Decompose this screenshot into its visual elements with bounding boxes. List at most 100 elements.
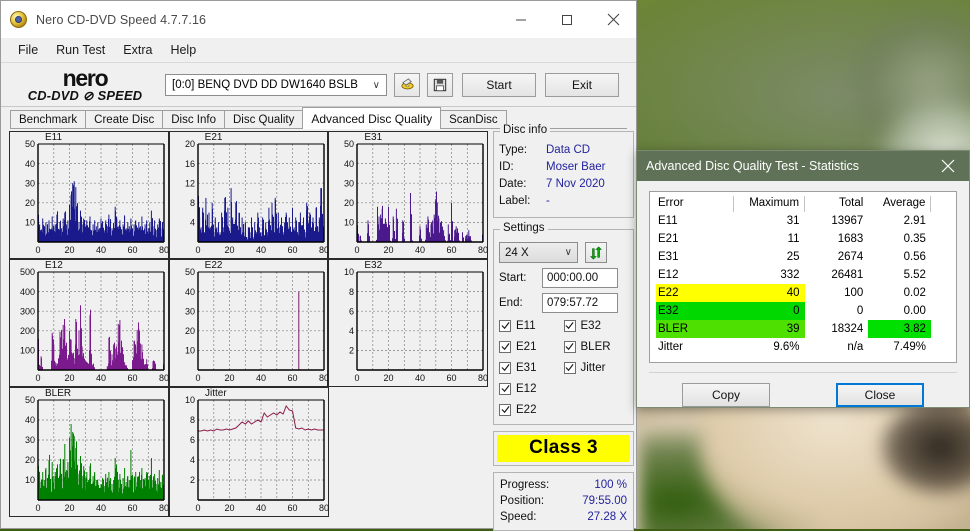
svg-text:200: 200	[20, 326, 35, 336]
chart-plot-area: 100 200 300 400 500 0 20 40 60 80	[10, 260, 170, 393]
maximum-cell: 39	[733, 320, 805, 338]
svg-text:80: 80	[319, 373, 329, 383]
maximum-cell: 25	[786, 251, 800, 263]
svg-text:30: 30	[25, 178, 35, 188]
tab-benchmark[interactable]: Benchmark	[10, 110, 87, 129]
speed-label: Speed:	[500, 511, 537, 523]
class-result-box: Class 3	[493, 431, 634, 466]
save-results-button[interactable]	[427, 72, 453, 97]
svg-text:0: 0	[35, 503, 40, 513]
svg-text:20: 20	[224, 503, 234, 513]
checkbox-e22[interactable]: E22	[499, 399, 564, 420]
charts-row-3: BLER 10 20 30 40 50 0 20 40 60 80 Jitter 2 4 6 8 10 0 2…	[9, 387, 488, 517]
svg-text:40: 40	[25, 415, 35, 425]
start-input[interactable]: 000:00.00	[542, 268, 618, 288]
svg-text:10: 10	[25, 475, 35, 485]
checkmark-icon	[499, 403, 511, 416]
close-icon[interactable]	[590, 1, 636, 38]
svg-text:10: 10	[344, 218, 354, 228]
svg-text:20: 20	[224, 373, 234, 383]
close-button[interactable]: Close	[836, 383, 924, 407]
svg-text:500: 500	[20, 267, 35, 277]
charts-row-2: E12 100 200 300 400 500 0 20 40 60 80 E22 10 20 30 4…	[9, 259, 488, 387]
checkbox-jitter[interactable]: Jitter	[563, 357, 629, 378]
exit-button[interactable]: Exit	[545, 72, 619, 97]
checkbox-e11[interactable]: E11	[499, 315, 564, 336]
tab-disc-quality[interactable]: Disc Quality	[224, 110, 304, 129]
checkbox-e12[interactable]: E12	[499, 378, 564, 399]
disc-info-value: 7 Nov 2020	[546, 178, 605, 190]
table-row[interactable]: BLER 39 18324 3.82	[656, 320, 950, 338]
svg-text:4: 4	[190, 455, 195, 465]
checkmark-icon	[499, 319, 511, 332]
svg-text:80: 80	[159, 503, 169, 513]
chevron-down-icon: ∨	[564, 247, 572, 258]
checkbox-label: E31	[516, 361, 537, 374]
checkmark-icon	[563, 340, 576, 353]
column-header-error: Error	[656, 196, 735, 212]
end-input[interactable]: 079:57.72	[542, 293, 618, 313]
table-row[interactable]: E22 40 100 0.02	[656, 284, 950, 302]
disc-info-key: Type:	[499, 144, 528, 156]
refresh-button[interactable]	[585, 242, 607, 263]
refresh-arrows-icon	[590, 245, 602, 260]
statistics-table-container: Error Maximum Total Average E11 31 13967 2.…	[649, 191, 957, 363]
tab-scandisc[interactable]: ScanDisc	[440, 110, 507, 129]
nero-logo-wordmark: nero	[62, 64, 109, 91]
end-time-row: End: 079:57.72	[499, 293, 628, 313]
checkbox-e32[interactable]: E32	[563, 315, 629, 336]
total-cell: 2674	[837, 251, 864, 263]
table-row[interactable]: E32 0 0 0.00	[656, 302, 950, 320]
average-cell: 2.91	[903, 215, 926, 227]
error-cell: E31	[658, 251, 679, 263]
nero-logo: nero CD-DVD ⊘ SPEED	[11, 64, 159, 103]
table-row[interactable]: E11 31 13967 2.91	[656, 212, 950, 230]
svg-text:2: 2	[190, 475, 195, 485]
eject-disc-button[interactable]	[394, 72, 420, 97]
tab-disc-info[interactable]: Disc Info	[162, 110, 225, 129]
table-row[interactable]: Jitter 9.6% n/a 7.49%	[656, 338, 950, 356]
copy-button[interactable]: Copy	[682, 383, 770, 407]
checkbox-bler[interactable]: BLER	[563, 336, 629, 357]
chart-e32: E32 2 4 6 8 10 0 20 40 60 80	[328, 259, 488, 387]
checkmark-icon	[499, 340, 511, 353]
menu-bar: File Run Test Extra Help	[1, 38, 636, 63]
svg-text:20: 20	[25, 198, 35, 208]
table-row[interactable]: E31 25 2674 0.56	[656, 248, 950, 266]
table-row[interactable]: E12 332 26481 5.52	[656, 266, 950, 284]
svg-text:50: 50	[185, 267, 195, 277]
checkbox-e21[interactable]: E21	[499, 336, 564, 357]
total-cell: 1683	[837, 233, 864, 245]
tab-create-disc[interactable]: Create Disc	[85, 110, 164, 129]
svg-text:300: 300	[20, 306, 35, 316]
progress-value: 100 %	[594, 479, 627, 491]
svg-text:0: 0	[355, 245, 360, 255]
menu-file[interactable]: File	[9, 41, 47, 59]
close-icon[interactable]	[927, 151, 969, 181]
chart-e12: E12 100 200 300 400 500 0 20 40 60 80	[9, 259, 169, 387]
svg-text:60: 60	[127, 503, 137, 513]
error-cell: BLER	[656, 320, 734, 338]
disc-info-row: Type: Data CD	[499, 142, 628, 159]
charts-row-1: E11 10 20 30 40 50 0 20 40 60 80 E21 4 8 12 16 20 0 20 4…	[9, 131, 488, 259]
drive-select[interactable]: [0:0] BENQ DVD DD DW1640 BSLB ∨	[165, 73, 387, 96]
maximize-icon[interactable]	[544, 1, 590, 38]
svg-text:10: 10	[344, 267, 354, 277]
start-label: Start:	[499, 272, 527, 284]
menu-run-test[interactable]: Run Test	[47, 41, 114, 59]
checkbox-e31[interactable]: E31	[499, 357, 564, 378]
speed-select[interactable]: 24 X ∨	[499, 242, 578, 263]
start-button[interactable]: Start	[462, 72, 536, 97]
menu-help[interactable]: Help	[161, 41, 205, 59]
nero-logo-subtitle: CD-DVD ⊘ SPEED	[27, 88, 143, 103]
tab-advanced-disc-quality[interactable]: Advanced Disc Quality	[302, 107, 442, 129]
end-label: End:	[499, 297, 523, 309]
chart-plot-area: 2 4 6 8 10 0 20 40 60 80	[170, 388, 330, 523]
svg-text:40: 40	[96, 245, 106, 255]
menu-extra[interactable]: Extra	[114, 41, 161, 59]
chart-plot-area: 2 4 6 8 10 0 20 40 60 80	[329, 260, 489, 393]
minimize-icon[interactable]	[498, 1, 544, 38]
table-row[interactable]: E21 11 1683 0.35	[656, 230, 950, 248]
svg-text:10: 10	[25, 218, 35, 228]
svg-text:60: 60	[287, 245, 297, 255]
